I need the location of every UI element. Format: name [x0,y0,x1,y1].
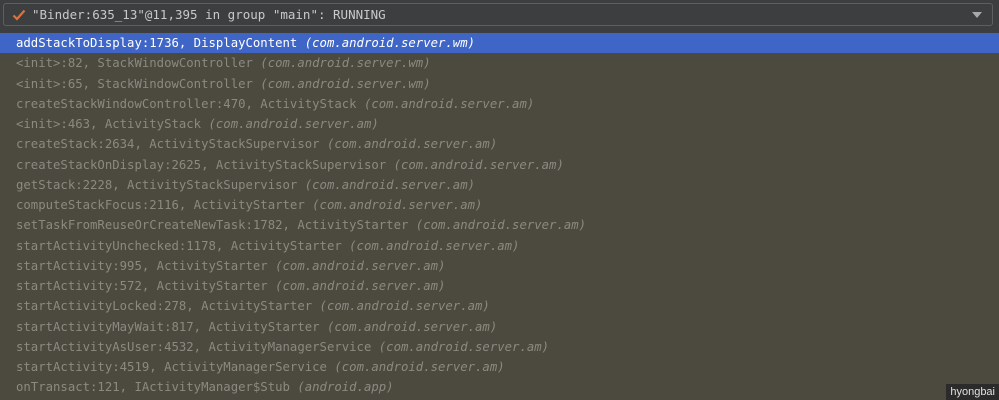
stack-frame-row[interactable]: startActivityMayWait:817, ActivityStarte… [0,317,999,337]
stack-frame-row[interactable]: startActivityLocked:278, ActivityStarter… [0,296,999,316]
frame-method: startActivityLocked:278, ActivityStarter [16,299,313,314]
stack-frame-row[interactable]: startActivity:4519, ActivityManagerServi… [0,357,999,377]
frame-method: <init>:463, ActivityStack [16,117,202,131]
frame-package: (com.android.server.am) [415,218,587,233]
frame-package: (com.android.server.am) [393,157,564,172]
stack-frame-row[interactable]: startActivity:572, ActivityStarter (com.… [0,276,999,296]
stack-frame-row[interactable]: getStack:2228, ActivityStackSupervisor (… [0,175,999,195]
frame-method: setTaskFromReuseOrCreateNewTask:1782, Ac… [16,218,409,233]
chevron-down-icon[interactable] [972,12,982,18]
frame-package: (com.android.server.am) [334,360,505,374]
frame-method: <init>:65, StackWindowController [16,76,253,91]
frame-package: (com.android.server.am) [326,319,498,334]
stack-frame-row[interactable]: <init>:65, StackWindowController (com.an… [0,74,999,94]
frame-package: (com.android.server.am) [378,339,550,354]
stack-frame-row[interactable]: computeStackFocus:2116, ActivityStarter … [0,195,999,215]
frame-package: (com.android.server.am) [319,299,490,314]
frame-package: (com.android.server.am) [275,279,446,293]
stack-frame-row[interactable]: <init>:82, StackWindowController (com.an… [0,53,999,73]
thread-selector-bar: "Binder:635_13"@11,395 in group "main": … [0,0,999,33]
frame-method: getStack:2228, ActivityStackSupervisor [16,177,298,192]
watermark: hyongbai [946,384,999,400]
frame-method: startActivityMayWait:817, ActivityStarte… [16,319,320,334]
frame-method: createStackOnDisplay:2625, ActivityStack… [16,157,387,172]
frame-method: addStackToDisplay:1736, DisplayContent [16,36,298,50]
frame-method: startActivity:995, ActivityStarter [16,258,268,273]
frame-package: (com.android.server.wm) [260,56,431,71]
stack-frame-row[interactable]: startActivityUnchecked:1178, ActivitySta… [0,236,999,256]
stack-frame-row[interactable]: createStack:2634, ActivityStackSuperviso… [0,134,999,154]
stack-frame-row[interactable]: setTaskFromReuseOrCreateNewTask:1782, Ac… [0,215,999,235]
stack-frame-row[interactable]: createStackOnDisplay:2625, ActivityStack… [0,155,999,175]
frame-method: startActivityAsUser:4532, ActivityManage… [16,339,372,354]
frame-package: (com.android.server.am) [275,258,446,273]
frame-method: startActivity:4519, ActivityManagerServi… [16,360,327,374]
check-icon [12,9,26,21]
stack-frame-row[interactable]: <init>:463, ActivityStack (com.android.s… [0,114,999,134]
frame-package: (com.android.server.am) [304,177,476,192]
frame-package: (com.android.server.am) [326,137,498,152]
frame-method: createStackWindowController:470, Activit… [16,96,357,111]
stack-frame-row[interactable]: startActivity:995, ActivityStarter (com.… [0,256,999,276]
frame-package: (com.android.server.am) [312,198,483,212]
frame-package: (com.android.server.wm) [260,76,431,91]
frame-method: <init>:82, StackWindowController [16,56,253,71]
frame-method: createStack:2634, ActivityStackSuperviso… [16,137,320,152]
thread-selector-dropdown[interactable]: "Binder:635_13"@11,395 in group "main": … [3,3,993,26]
stack-frame-row[interactable]: startActivityAsUser:4532, ActivityManage… [0,337,999,357]
stack-frame-row[interactable]: addStackToDisplay:1736, DisplayContent (… [0,33,999,54]
frame-method: startActivity:572, ActivityStarter [16,279,268,293]
stack-frames-list: addStackToDisplay:1736, DisplayContent (… [0,33,999,398]
frame-package: (com.android.server.am) [208,117,379,131]
stack-frame-row[interactable]: createStackWindowController:470, Activit… [0,94,999,114]
frame-package: (com.android.server.wm) [304,36,476,50]
frame-method: computeStackFocus:2116, ActivityStarter [16,198,305,212]
frame-method: startActivityUnchecked:1178, ActivitySta… [16,238,342,253]
frame-package: (com.android.server.am) [349,238,520,253]
frame-package: (com.android.server.am) [363,96,535,111]
frame-method: onTransact:121, IActivityManager$Stub [16,380,290,395]
thread-label: "Binder:635_13"@11,395 in group "main": … [32,7,386,22]
stack-frame-row[interactable]: onTransact:121, IActivityManager$Stub (a… [0,377,999,397]
frame-package: (android.app) [297,380,394,395]
